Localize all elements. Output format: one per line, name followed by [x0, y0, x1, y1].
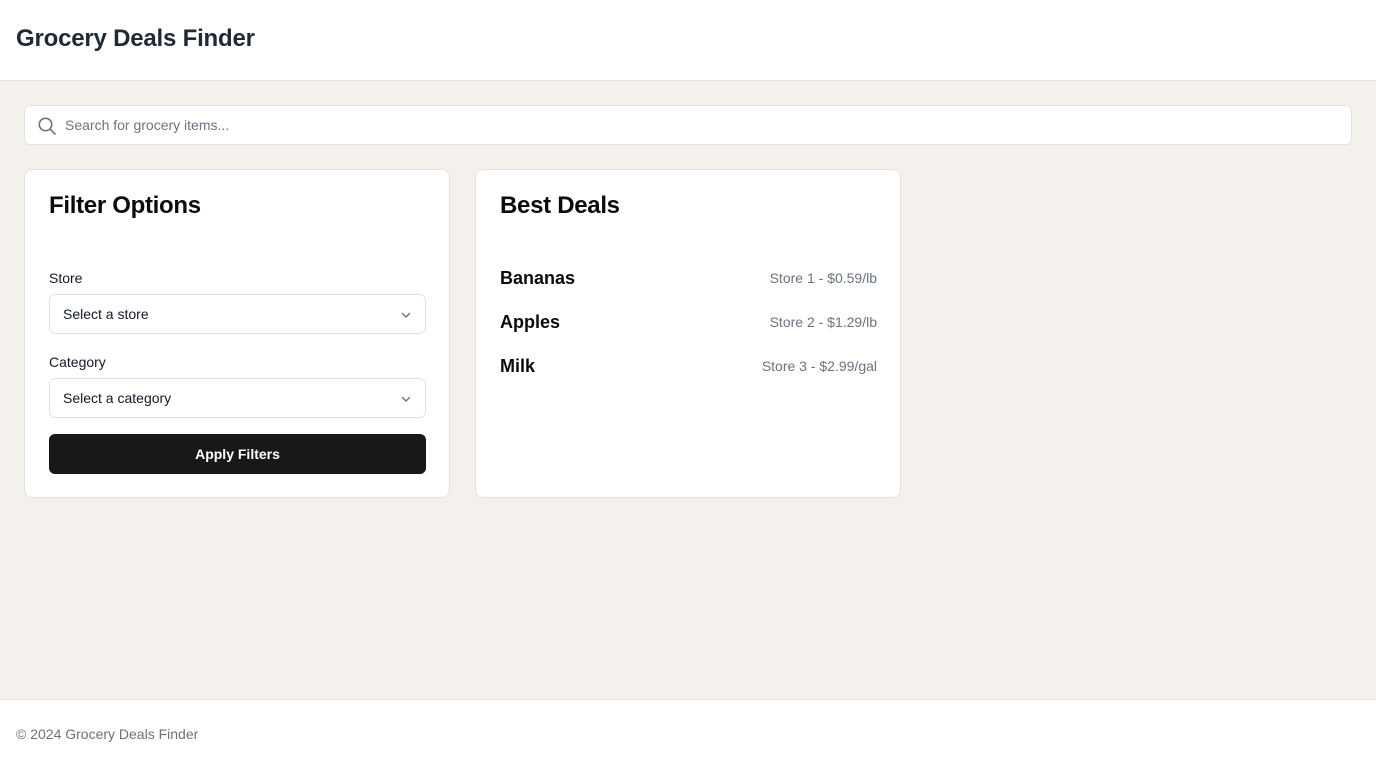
apply-filters-button[interactable]: Apply Filters: [49, 434, 426, 474]
deal-item-name: Apples: [500, 312, 561, 332]
search-input[interactable]: [65, 106, 1335, 144]
app-header: Grocery Deals Finder: [0, 0, 1376, 81]
footer-copyright: © 2024 Grocery Deals Finder: [16, 726, 199, 742]
deal-item[interactable]: Bananas Store 1 - $0.59/lb: [500, 268, 877, 292]
filter-options-card: Filter Options Store Select a store Cate…: [24, 169, 450, 498]
deal-item-info: Store 3 - $2.99/gal: [761, 358, 877, 374]
deal-item-info: Store 1 - $0.59/lb: [769, 270, 877, 286]
search-icon: [38, 117, 56, 135]
app-title: Grocery Deals Finder: [16, 25, 255, 52]
app-footer: © 2024 Grocery Deals Finder: [0, 699, 1376, 768]
deal-item-name: Bananas: [500, 268, 576, 288]
filter-options-title: Filter Options: [49, 192, 201, 219]
category-label: Category: [49, 354, 106, 370]
store-select[interactable]: Select a store: [49, 294, 426, 334]
best-deals-title: Best Deals: [500, 192, 620, 219]
store-select-value: Select a store: [63, 306, 149, 322]
category-select[interactable]: Select a category: [49, 378, 426, 418]
chevron-down-icon: [401, 312, 411, 318]
deal-item[interactable]: Apples Store 2 - $1.29/lb: [500, 312, 877, 336]
best-deals-card: Best Deals Bananas Store 1 - $0.59/lb Ap…: [475, 169, 901, 498]
store-label: Store: [49, 270, 83, 286]
category-select-value: Select a category: [63, 390, 172, 406]
chevron-down-icon: [401, 396, 411, 402]
deal-item-info: Store 2 - $1.29/lb: [769, 314, 877, 330]
deal-item[interactable]: Milk Store 3 - $2.99/gal: [500, 356, 877, 380]
search-bar[interactable]: [24, 105, 1352, 145]
deal-item-name: Milk: [500, 356, 536, 376]
